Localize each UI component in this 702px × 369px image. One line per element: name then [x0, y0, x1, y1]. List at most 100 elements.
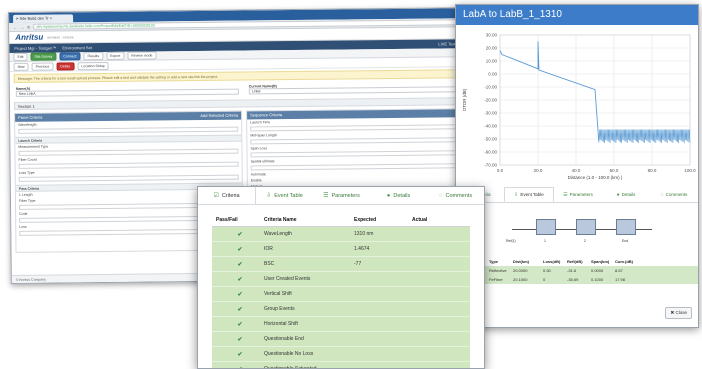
tab-event-table[interactable]: ⇩ Event Table	[256, 187, 313, 204]
pass-check-icon: ✔	[237, 261, 243, 268]
info-icon: ●	[386, 192, 391, 199]
criteria-rows: ✔ WaveLength 1310 nm ✔ IOR 1.4674 ✔ BSC -77 ✔ User…	[212, 227, 470, 369]
loss-type-select[interactable]	[18, 174, 239, 182]
trace-tab-comments[interactable]: ◌ Comments	[650, 187, 698, 202]
expected-cell: -77	[354, 261, 362, 267]
location-setup-button[interactable]: Location Setup	[77, 61, 109, 70]
evt-cell: Reflective	[489, 268, 507, 273]
col-actual: Actual	[412, 216, 428, 223]
table-row[interactable]: ✔ Questionable No Loss	[212, 347, 470, 362]
y-tick-label: 20.00	[486, 46, 498, 51]
tab-parameters-label: Parameters	[331, 192, 360, 199]
trace-tab-comments-label: Comments	[665, 192, 688, 197]
back-icon[interactable]: ←	[13, 24, 17, 29]
trace-tab-event-table[interactable]: ⇩ Event Table	[504, 187, 554, 202]
pass-check-icon: ✔	[237, 276, 243, 283]
col-pass-fail: Pass/Fail	[216, 216, 238, 223]
tab-criteria[interactable]: ☑ Criteria	[198, 187, 256, 204]
trace-window-title: LabA to LabB_1_1310	[456, 5, 698, 25]
table-row[interactable]: ✔ BSC -77	[212, 257, 470, 272]
criteria-window: ☑ Criteria ⇩ Event Table ☰ Parameters ● Deta…	[197, 186, 485, 369]
table-row[interactable]: ✔Questionable Saturated	[212, 362, 470, 369]
subnav-edit[interactable]: Edit	[13, 52, 28, 61]
x-tick-label: 0.0	[497, 168, 504, 173]
subnav-review[interactable]: Review mode	[127, 51, 157, 60]
trace-tab-event-table-label: Event Table	[520, 192, 544, 197]
close-button[interactable]: ✖ Close	[665, 307, 692, 319]
evt-col-dist: Dist(km)	[513, 259, 530, 264]
pass-check-icon: ✔	[237, 291, 243, 298]
pass-check-icon: ✔	[237, 351, 243, 358]
table-row[interactable]: ✔ User Created Events	[212, 272, 470, 287]
tab-comments-label: Comments	[445, 192, 473, 199]
y-tick-label: -30.00	[484, 111, 497, 116]
x-tick-label: 100.0	[684, 168, 696, 173]
otdr-chart: 30.00 20.00 10.00 0.00 -10.00 -20.00 -30.00 -40…	[456, 25, 698, 181]
criteria-name-cell: IOR	[264, 246, 273, 252]
table-row[interactable]: ✔ 1 Reflective 20.0000 0.30 -31.6 0.0000…	[456, 266, 698, 275]
table-row[interactable]: ✔ Group Events	[212, 302, 470, 317]
tab-details-label: Details	[393, 192, 411, 199]
tab-event-table-label: Event Table	[274, 192, 303, 199]
table-row[interactable]: ✔ Horizontal Shift	[212, 317, 470, 332]
event-box-1[interactable]	[536, 219, 556, 235]
name-fields: Name(A) New LinkA Current Name(B) LinkB	[10, 80, 478, 99]
event-label-2: 2	[584, 239, 586, 243]
evt-cell: 0.1000	[591, 277, 604, 282]
pass-check-icon: ✔	[237, 246, 243, 253]
wavelength-select[interactable]	[18, 126, 239, 134]
event-icon: ⇩	[514, 191, 519, 198]
field-name-b-input[interactable]: LinkB	[248, 86, 472, 95]
table-row[interactable]: ✔ IOR 1.4674	[212, 242, 470, 257]
reload-icon[interactable]: ↻	[27, 24, 30, 29]
evt-cell: 8.67	[615, 268, 623, 273]
field-name-a: Name(A) New LinkA	[16, 85, 239, 97]
panel-sequence-title: Sequence Criteria	[250, 112, 283, 118]
subnav-site-survey[interactable]: Site Survey	[30, 52, 57, 61]
tab-parameters[interactable]: ☰ Parameters	[313, 187, 370, 204]
forward-icon[interactable]: →	[20, 24, 24, 29]
browser-tab[interactable]: i• Site Build dev Tr ×	[13, 14, 74, 23]
y-tick-label: -60.00	[484, 150, 497, 155]
field-name-a-input[interactable]: New LinkA	[15, 88, 239, 97]
evt-col-refl: Refl(dB)	[567, 259, 583, 264]
evt-cell: 0.30	[543, 268, 551, 273]
col-criteria-name: Criteria Name	[264, 216, 297, 223]
add-criteria-button[interactable]: Add Selected Criteria	[200, 113, 238, 119]
event-box-end[interactable]	[616, 219, 636, 235]
x-tick-label: 80.0	[648, 168, 657, 173]
table-row[interactable]: ✔ Questionable End	[212, 332, 470, 347]
tab-comments[interactable]: ◌ Comments	[427, 187, 484, 204]
delete-button[interactable]: Delete	[56, 61, 75, 70]
close-label: Close	[675, 310, 687, 315]
criteria-tabs: ☑ Criteria ⇩ Event Table ☰ Parameters ● Deta…	[198, 187, 484, 205]
y-tick-label: 0.00	[488, 72, 497, 77]
event-box-2[interactable]	[576, 219, 596, 235]
x-tick-label: 60.0	[610, 168, 619, 173]
table-row[interactable]: ✔ WaveLength 1310 nm	[212, 227, 470, 242]
trace-tab-parameters[interactable]: ☰ Parameters	[554, 187, 602, 202]
event-label-end: End	[622, 239, 629, 243]
tab-details[interactable]: ● Details	[370, 187, 427, 204]
y-tick-label: -10.00	[484, 85, 497, 90]
list-icon: ☰	[323, 193, 329, 199]
table-row[interactable]: ✔ 2 FeFiber 20.1000 0 -35.69 0.1000 17.9…	[456, 275, 698, 284]
x-tick-label: 40.0	[572, 168, 581, 173]
evt-cell: 0	[543, 277, 546, 282]
panel-criteria-title: Panel Criteria	[18, 114, 43, 120]
trace-tab-details[interactable]: ● Details	[602, 187, 650, 202]
y-tick-label: 30.00	[486, 33, 498, 38]
previous-button[interactable]: Previous	[31, 62, 54, 71]
subnav-connect[interactable]: Connect	[59, 52, 81, 61]
nav-environment[interactable]: Environment Set	[62, 45, 92, 50]
new-button[interactable]: New	[13, 62, 29, 71]
trace-tabs: ☑Criteria ⇩Event Table ☰Parameters ●Deta…	[456, 187, 698, 203]
subnav-export[interactable]: Export	[106, 51, 125, 60]
table-row[interactable]: ✔ Vertical Shift	[212, 287, 470, 302]
field-name-b: Current Name(B) LinkB	[248, 82, 472, 95]
evt-cell: 0.0000	[591, 268, 604, 273]
subnav-results[interactable]: Results	[83, 52, 104, 61]
nav-project[interactable]: Project Mgr - Testgen™	[14, 45, 56, 50]
pass-check-icon: ✔	[237, 336, 243, 343]
pass-check-icon: ✔	[216, 366, 264, 369]
